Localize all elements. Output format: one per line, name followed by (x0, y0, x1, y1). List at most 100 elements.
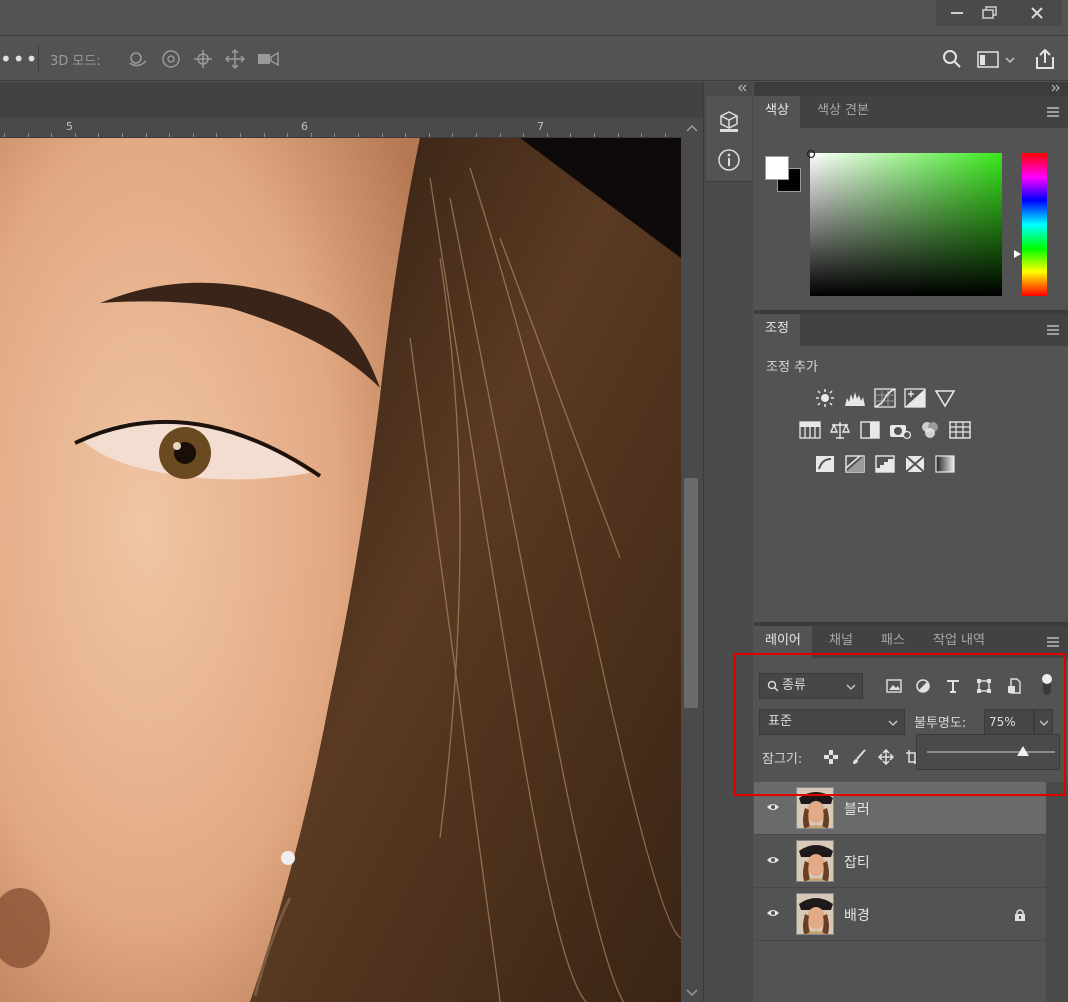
horizontal-ruler[interactable]: 5 6 7 (0, 118, 681, 138)
3d-mode-label: 3D 모드: (50, 54, 101, 69)
visibility-eye-icon[interactable] (766, 855, 780, 865)
title-bar (0, 0, 1068, 36)
curves-icon[interactable] (874, 388, 896, 408)
collapse-arrows-icon[interactable] (736, 84, 748, 92)
scroll-down-icon[interactable] (681, 986, 703, 1000)
ruler-tick (240, 133, 241, 137)
portrait-photo (0, 138, 681, 1002)
panel-menu-icon[interactable] (1046, 324, 1060, 336)
threshold-icon[interactable] (874, 454, 896, 474)
layer-lock-icon[interactable] (1014, 908, 1026, 922)
selective-color-icon[interactable] (904, 454, 926, 474)
right-panels: 색상 색상 견본 조정 조정 추가 레이어 채널 패스 작업 내역 종류 표준 … (754, 82, 1068, 1002)
ruler-tick (358, 133, 359, 137)
3d-orbit-icon[interactable] (127, 49, 149, 69)
layer-row[interactable]: 잡티 (754, 835, 1046, 888)
levels-icon[interactable] (844, 388, 866, 408)
channel-mixer-icon[interactable] (919, 420, 941, 440)
tab-adjustments[interactable]: 조정 (754, 314, 800, 346)
visibility-eye-icon[interactable] (766, 802, 780, 812)
ruler-tick (665, 133, 666, 137)
scrollbar-thumb[interactable] (684, 478, 698, 708)
ruler-tick (452, 133, 453, 137)
ruler-tick (169, 133, 170, 137)
color-field[interactable] (806, 149, 1002, 296)
exposure-icon[interactable] (904, 388, 926, 408)
tab-swatches[interactable]: 색상 견본 (806, 96, 880, 128)
layer-thumbnail (796, 893, 834, 935)
hue-slider[interactable] (1014, 153, 1047, 296)
close-button[interactable] (1012, 0, 1062, 26)
3d-slide-icon[interactable] (224, 49, 246, 69)
ruler-tick (429, 133, 430, 137)
ruler-tick (264, 133, 265, 137)
ruler-tick (641, 133, 642, 137)
panel-menu-icon[interactable] (1046, 106, 1060, 118)
ruler-tick (98, 133, 99, 137)
ruler-label: 7 (537, 120, 544, 133)
hue-saturation-icon[interactable] (799, 420, 821, 440)
color-panel: 색상 색상 견본 (754, 96, 1068, 310)
ruler-tick (287, 133, 288, 137)
document-tab-bar (0, 82, 703, 118)
ruler-tick (570, 133, 571, 137)
3d-camera-icon[interactable] (257, 49, 279, 69)
photo-filter-icon[interactable] (889, 420, 911, 440)
layer-name: 배경 (844, 908, 870, 924)
document-area: 5 6 7 (0, 82, 703, 1002)
share-icon[interactable] (1034, 49, 1056, 69)
ruler-tick (311, 133, 312, 137)
layers-scrollbar[interactable] (1046, 782, 1068, 1002)
ruler-tick (28, 133, 29, 137)
tab-color[interactable]: 색상 (754, 96, 800, 128)
ruler-tick (547, 133, 548, 137)
color-tabs: 색상 색상 견본 (754, 96, 1068, 128)
expand-arrows-icon[interactable] (1050, 84, 1062, 92)
gradient-map-icon[interactable] (934, 454, 956, 474)
3d-pan-icon[interactable] (192, 49, 214, 69)
photo-canvas[interactable] (0, 138, 681, 1002)
options-separator (38, 45, 39, 73)
search-icon[interactable] (941, 49, 963, 69)
ruler-tick (216, 133, 217, 137)
overflow-dots-icon[interactable]: ••• (0, 47, 38, 71)
dock-group (706, 96, 752, 182)
color-balance-icon[interactable] (829, 420, 851, 440)
invert-icon[interactable] (814, 454, 836, 474)
color-lookup-icon[interactable] (949, 420, 971, 440)
add-adjustment-label: 조정 추가 (766, 360, 818, 375)
hue-marker-icon[interactable] (1013, 249, 1023, 259)
layer-row[interactable]: 배경 (754, 888, 1046, 941)
ruler-tick (193, 133, 194, 137)
ruler-tick (405, 133, 406, 137)
options-bar: ••• 3D 모드: (0, 37, 1068, 81)
ruler-tick (4, 133, 5, 137)
restore-icon (982, 6, 997, 19)
ruler-tick (382, 133, 383, 137)
panel-menu-icon[interactable] (1046, 636, 1060, 648)
color-picker-marker-icon (806, 149, 816, 159)
ruler-tick (334, 133, 335, 137)
ruler-label: 6 (301, 120, 308, 133)
panel-dock (703, 82, 753, 1002)
layer-name: 잡티 (844, 855, 870, 871)
3d-panel-icon[interactable] (717, 110, 741, 134)
annotation-highlight-box (734, 653, 1066, 796)
info-icon[interactable] (717, 148, 741, 172)
posterize-icon[interactable] (844, 454, 866, 474)
visibility-eye-icon[interactable] (766, 908, 780, 918)
foreground-color-swatch[interactable] (765, 156, 789, 180)
3d-roll-icon[interactable] (160, 49, 182, 69)
minimize-icon (951, 12, 963, 14)
workspace-icon[interactable] (976, 49, 1016, 69)
adjustments-tabs: 조정 (754, 314, 1068, 346)
adjustments-panel: 조정 조정 추가 (754, 314, 1068, 622)
vibrance-icon[interactable] (934, 388, 956, 408)
ruler-label: 5 (66, 120, 73, 133)
black-white-icon[interactable] (859, 420, 881, 440)
vertical-scrollbar[interactable] (681, 118, 703, 1002)
scroll-up-icon[interactable] (681, 122, 703, 136)
ruler-tick (500, 133, 501, 137)
restore-button[interactable] (968, 0, 1012, 26)
brightness-contrast-icon[interactable] (814, 388, 836, 408)
